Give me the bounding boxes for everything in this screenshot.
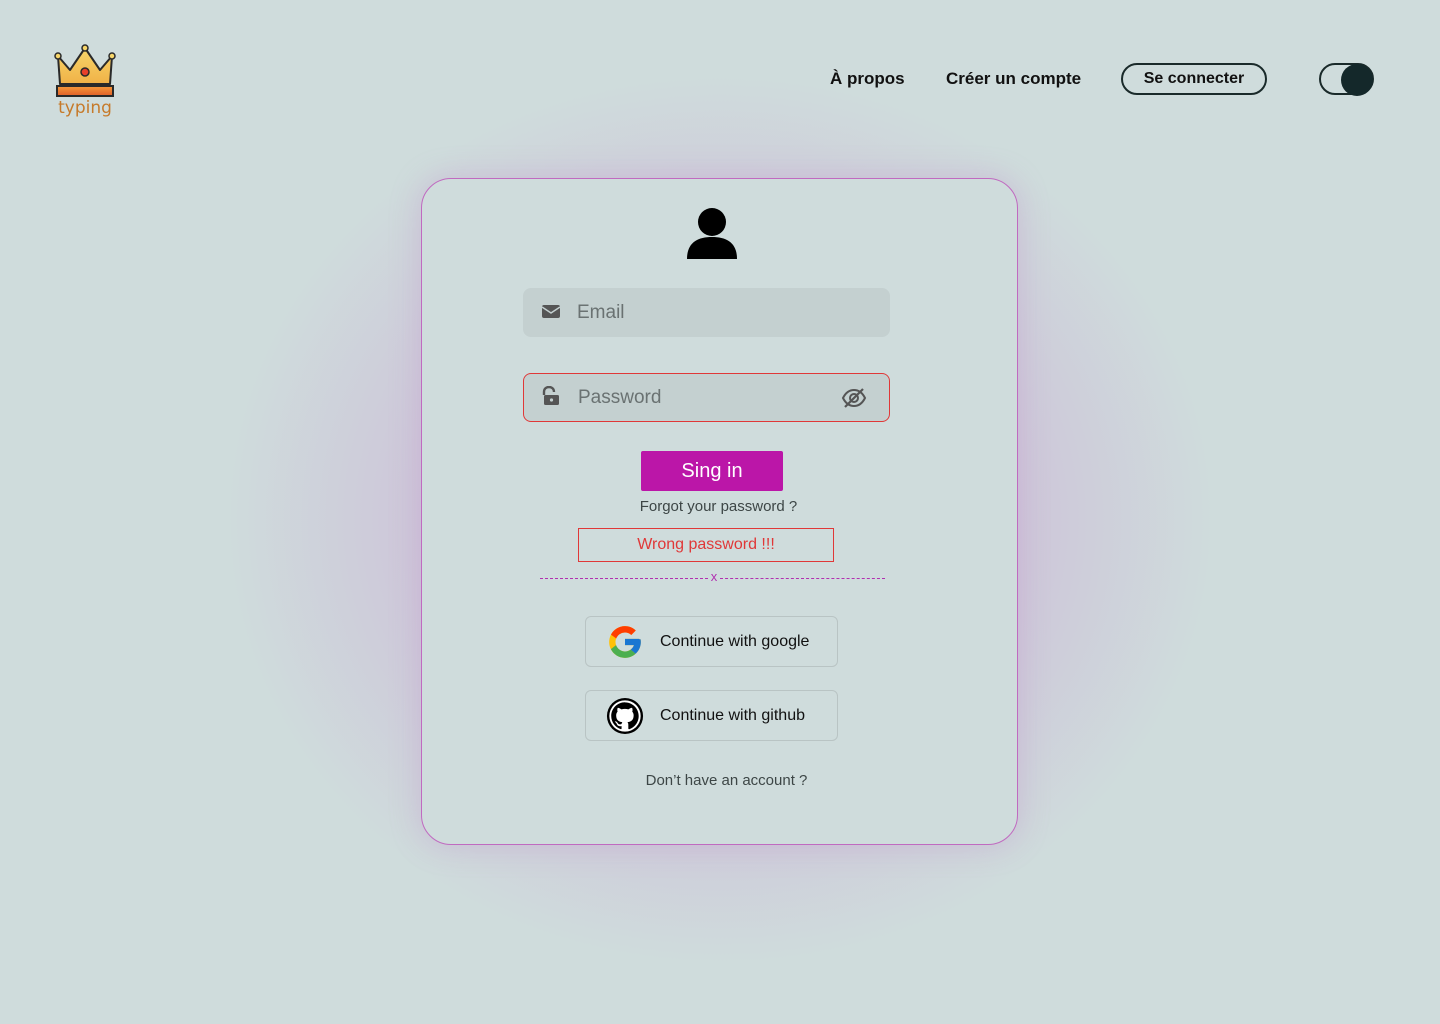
- user-icon: [687, 208, 737, 259]
- email-field[interactable]: [523, 288, 890, 337]
- lock-open-icon: [542, 386, 559, 405]
- continue-with-google-button[interactable]: Continue with google: [585, 616, 838, 667]
- sign-up-label: Don’t have an account ?: [645, 772, 808, 789]
- error-message: Wrong password !!!: [578, 528, 834, 562]
- theme-toggle[interactable]: [1319, 63, 1374, 96]
- password-input[interactable]: [578, 374, 828, 421]
- password-field[interactable]: [523, 373, 890, 422]
- toggle-knob: [1341, 64, 1373, 96]
- divider: x: [540, 569, 885, 587]
- continue-with-github-button[interactable]: Continue with github: [585, 690, 838, 741]
- google-button-label: Continue with google: [660, 633, 810, 650]
- envelope-icon: [541, 305, 561, 318]
- app-logo[interactable]: typing: [54, 44, 116, 122]
- sign-in-button[interactable]: Sing in: [641, 451, 783, 491]
- nav-login-button[interactable]: Se connecter: [1121, 63, 1267, 95]
- forgot-password-link[interactable]: Forgot your password ?: [422, 498, 1017, 515]
- logo-text: typing: [58, 98, 112, 118]
- nav-create-account-link[interactable]: Créer un compte: [946, 69, 1081, 89]
- nav-about-link[interactable]: À propos: [830, 69, 905, 89]
- crown-icon: [54, 44, 116, 97]
- divider-line-right: [720, 578, 885, 579]
- eye-slash-icon[interactable]: [841, 386, 867, 410]
- login-card: Sing in Forgot your password ? Wrong pas…: [421, 178, 1018, 845]
- divider-line-left: [540, 578, 708, 579]
- github-icon: [606, 697, 644, 735]
- divider-text: x: [710, 569, 718, 584]
- sign-up-link[interactable]: Don’t have an account ?: [422, 772, 1017, 789]
- email-input[interactable]: [577, 288, 827, 337]
- google-icon: [609, 626, 641, 658]
- github-button-label: Continue with github: [660, 707, 805, 724]
- forgot-password-label: Forgot your password ?: [639, 498, 798, 515]
